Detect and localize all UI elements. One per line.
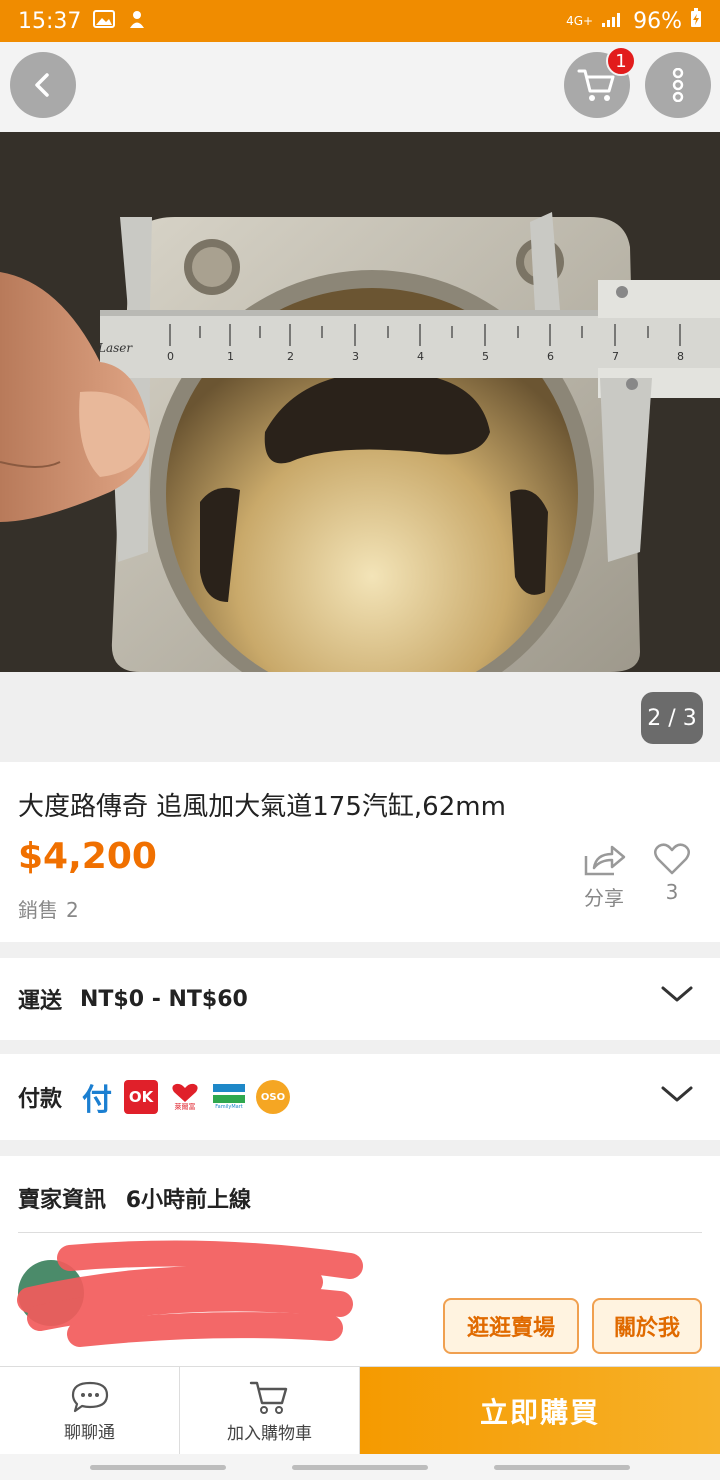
chat-bubble-icon [71, 1381, 108, 1412]
svg-text:3: 3 [352, 350, 359, 363]
payment-methods: 付 OK 萊爾富 FamilyMart OSO [80, 1080, 291, 1118]
more-vertical-icon [672, 68, 684, 102]
share-label: 分享 [584, 886, 624, 910]
chat-button[interactable]: 聊聊通 [0, 1367, 180, 1455]
like-count: 3 [665, 880, 679, 904]
shipping-fee: NT$0 - NT$60 [80, 986, 248, 1012]
nav-back-button[interactable] [494, 1465, 630, 1470]
svg-text:7: 7 [612, 350, 619, 363]
payment-label: 付款 [18, 1087, 63, 1112]
heart-icon [654, 843, 690, 875]
chevron-down-icon [661, 1086, 693, 1102]
nav-recent-button[interactable] [90, 1465, 226, 1470]
share-button[interactable]: 分享 [582, 842, 626, 911]
svg-text:2: 2 [287, 350, 294, 363]
buy-now-button[interactable]: 立即購買 [360, 1367, 720, 1454]
shipping-row[interactable]: 運送 NT$0 - NT$60 [0, 958, 720, 1040]
product-photo[interactable]: 0 1 2 3 4 5 6 7 8 Laser [0, 132, 720, 672]
pay-icon-fu: 付 [82, 1083, 113, 1118]
top-bar: 1 [0, 42, 720, 132]
more-options-button[interactable] [645, 52, 711, 118]
cart-button[interactable]: 1 [564, 46, 636, 118]
familymart-icon: FamilyMart [212, 1080, 246, 1114]
ok-mart-icon: OK [124, 1080, 159, 1114]
like-button[interactable]: 3 [652, 842, 692, 904]
oso-icon: OSO [256, 1080, 291, 1114]
bottom-action-bar: 聊聊通 加入購物車 立即購買 [0, 1366, 720, 1455]
shipping-label: 運送 [18, 989, 63, 1014]
system-nav-bar [0, 1454, 720, 1480]
sold-count: 銷售 2 [18, 894, 79, 923]
chat-label: 聊聊通 [64, 1422, 115, 1443]
payment-row[interactable]: 付款 付 OK 萊爾富 FamilyMart OSO [0, 1054, 720, 1140]
nav-home-button[interactable] [292, 1465, 428, 1470]
hilife-icon: 萊爾富 [168, 1080, 202, 1114]
seller-last-online: 6小時前上線 [125, 1188, 251, 1213]
svg-text:6: 6 [547, 350, 554, 363]
status-bar: 15:37 4G+ 96% [0, 0, 720, 42]
back-arrow-icon [35, 73, 49, 97]
visit-shop-button[interactable]: 逛逛賣場 [443, 1298, 579, 1354]
battery-charging-icon [690, 8, 702, 34]
gallery-notification-icon [93, 9, 116, 33]
cart-icon [249, 1381, 287, 1414]
share-icon [584, 845, 626, 876]
add-to-cart-label: 加入購物車 [227, 1423, 312, 1444]
cart-badge: 1 [606, 46, 636, 76]
seller-info-label: 賣家資訊 [18, 1188, 107, 1213]
product-info-card: 大度路傳奇 追風加大氣道175汽缸,62mm $4,200 銷售 2 分享 3 [0, 762, 720, 942]
add-to-cart-button[interactable]: 加入購物車 [180, 1367, 360, 1455]
seller-info-header: 賣家資訊 6小時前上線 [18, 1182, 251, 1214]
sold-number: 2 [66, 898, 79, 922]
chevron-down-icon [661, 986, 693, 1002]
gallery-page-indicator: 2 / 3 [641, 692, 703, 744]
redaction-scribble [17, 1240, 363, 1347]
divider [18, 1232, 702, 1233]
network-type: 4G+ [566, 14, 594, 28]
svg-text:1: 1 [227, 350, 234, 363]
caliper-brand-text: Laser [97, 341, 133, 355]
svg-text:0: 0 [167, 350, 174, 363]
product-price: $4,200 [18, 836, 157, 877]
product-title: 大度路傳奇 追風加大氣道175汽缸,62mm [18, 792, 506, 822]
svg-text:4: 4 [417, 350, 424, 363]
about-me-button[interactable]: 關於我 [592, 1298, 702, 1354]
sold-label: 銷售 [18, 898, 58, 922]
photo-footer [0, 672, 720, 762]
svg-text:8: 8 [677, 350, 684, 363]
svg-text:5: 5 [482, 350, 489, 363]
back-button[interactable] [10, 52, 76, 118]
signal-icon [601, 9, 625, 34]
battery-percent: 96% [633, 8, 682, 34]
app-notification-icon [127, 9, 147, 34]
status-time: 15:37 [18, 8, 82, 34]
